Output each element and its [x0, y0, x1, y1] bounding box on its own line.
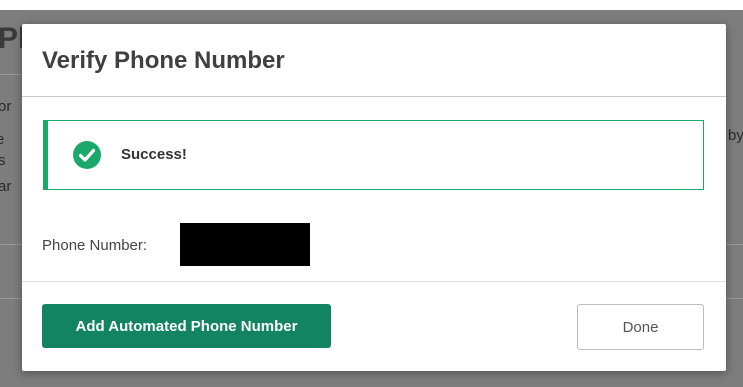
dialog-header: Verify Phone Number	[22, 24, 726, 97]
background-text-line: by	[728, 127, 743, 144]
background-text-line: s	[0, 152, 6, 169]
background-text-line: e	[0, 131, 5, 148]
done-button[interactable]: Done	[577, 304, 704, 350]
background-text-line: or	[0, 98, 12, 115]
background-header-band	[0, 0, 743, 10]
phone-number-label: Phone Number:	[42, 237, 148, 254]
phone-number-value-redacted	[180, 223, 310, 266]
background-text-line: ar	[0, 178, 12, 195]
dialog-title: Verify Phone Number	[42, 47, 285, 74]
background-divider	[0, 74, 22, 75]
check-circle-icon	[73, 141, 101, 169]
alert-message: Success!	[121, 146, 187, 163]
success-alert: Success!	[43, 120, 704, 190]
background-divider	[0, 298, 22, 299]
dialog-footer-divider	[22, 281, 726, 282]
background-divider	[726, 298, 743, 299]
add-automated-phone-number-button[interactable]: Add Automated Phone Number	[42, 304, 331, 348]
verify-phone-dialog: Verify Phone Number Success! Phone Numbe…	[22, 24, 726, 371]
background-divider	[726, 244, 743, 245]
background-divider	[0, 244, 22, 245]
